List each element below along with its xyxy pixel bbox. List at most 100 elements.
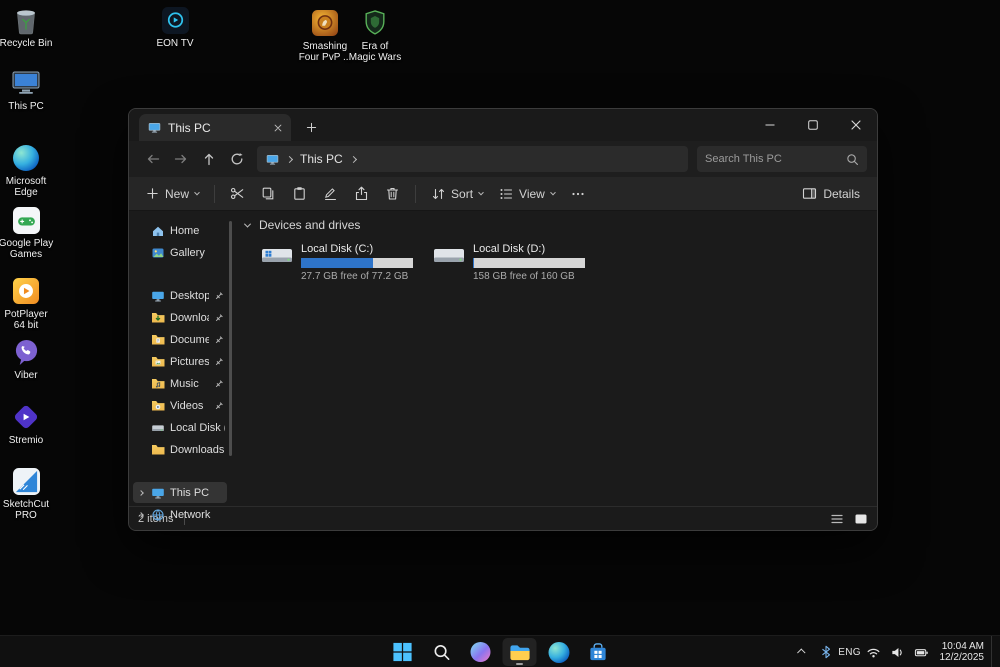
sidebar-item-network[interactable]: Network — [133, 504, 227, 525]
titlebar: This PC — [129, 109, 877, 141]
drive-tile-d[interactable]: Local Disk (D:) 158 GB free of 160 GB — [433, 243, 585, 282]
details-button[interactable]: Details — [795, 180, 867, 208]
microsoft-store-button[interactable] — [581, 638, 615, 666]
capacity-bar — [301, 258, 413, 268]
minimize-button[interactable] — [748, 109, 791, 141]
sidebar-item-this-pc[interactable]: This PC — [133, 482, 227, 503]
drive-tile-c[interactable]: Local Disk (C:) 27.7 GB free of 77.2 GB — [261, 243, 413, 282]
new-button[interactable]: New — [139, 180, 206, 208]
desktop-icon-stremio[interactable]: Stremio — [0, 402, 54, 446]
sidebar-scrollbar[interactable] — [229, 221, 232, 456]
taskbar-search-button[interactable] — [425, 638, 459, 666]
copy-button[interactable] — [254, 180, 283, 208]
large-thumbnails-toggle-icon[interactable] — [854, 512, 868, 526]
microsoft-store-icon — [589, 642, 606, 660]
potplayer-icon — [11, 276, 41, 306]
cut-button[interactable] — [223, 180, 252, 208]
windows-logo-icon — [393, 642, 412, 662]
desktop-icon-era-of-magic-wars[interactable]: Era of Magic Wars — [347, 8, 403, 63]
share-button[interactable] — [347, 180, 376, 208]
hard-drive-icon — [433, 243, 465, 282]
desktop-icon-microsoft-edge[interactable]: Microsoft Edge — [0, 143, 54, 198]
refresh-button[interactable] — [223, 145, 251, 173]
desktop-icon-potplayer[interactable]: PotPlayer 64 bit — [0, 276, 54, 331]
show-desktop-button[interactable] — [991, 636, 994, 667]
sidebar-item-videos[interactable]: Videos — [133, 395, 227, 416]
desktop-icon-google-play-games[interactable]: Google Play Games — [0, 205, 54, 260]
sidebar-item-pictures[interactable]: Pictures — [133, 351, 227, 372]
desktop-icon-this-pc[interactable]: This PC — [0, 68, 54, 112]
battery-button[interactable] — [911, 639, 933, 665]
address-bar[interactable]: This PC — [257, 146, 688, 172]
sidebar-item-home[interactable]: Home — [133, 220, 227, 241]
breadcrumb-this-pc[interactable]: This PC — [300, 152, 343, 166]
divider — [214, 184, 216, 203]
desktop-icon-smashing-four[interactable]: Smashing Four PvP ... — [297, 8, 353, 63]
desktop-icon-label: Viber — [14, 370, 38, 381]
edge-button[interactable] — [542, 638, 576, 666]
hidden-icons-button[interactable] — [791, 639, 813, 665]
rename-button[interactable] — [316, 180, 345, 208]
view-icon — [500, 188, 513, 199]
edge-icon — [11, 143, 41, 173]
sidebar-item-music[interactable]: Music — [133, 373, 227, 394]
time: 10:04 AM — [941, 640, 984, 652]
details-pane-icon — [803, 188, 817, 199]
system-tray: ENG 10:04 AM 12/2/2025 — [791, 636, 995, 667]
clock[interactable]: 10:04 AM 12/2/2025 — [935, 641, 990, 664]
copilot-button[interactable] — [464, 638, 498, 666]
sort-button[interactable]: Sort — [424, 180, 490, 208]
details-view-toggle-icon[interactable] — [830, 512, 844, 526]
command-bar: New Sort View Details — [129, 177, 877, 211]
desktop-icon-label: Era of Magic Wars — [348, 41, 402, 63]
cut-icon — [230, 187, 244, 200]
taskbar: ENG 10:04 AM 12/2/2025 — [0, 635, 1000, 667]
chevron-right-icon[interactable] — [137, 489, 144, 496]
desktop-icon-eon-tv[interactable]: EON TV — [147, 5, 203, 49]
tab-close-icon[interactable] — [269, 119, 286, 136]
more-options-button[interactable] — [564, 180, 592, 208]
sidebar-item-gallery[interactable]: Gallery — [133, 242, 227, 263]
desktop-icon-sketchcut-pro[interactable]: SketchCut PRO — [0, 466, 54, 521]
more-icon — [572, 192, 584, 195]
breadcrumb-chevron-icon[interactable] — [349, 155, 357, 163]
videos-folder-icon — [151, 399, 165, 413]
sidebar-item-desktop[interactable]: Desktop — [133, 285, 227, 306]
new-tab-button[interactable] — [301, 117, 321, 137]
start-button[interactable] — [386, 638, 420, 666]
group-header-devices-and-drives[interactable]: Devices and drives — [243, 218, 867, 232]
pin-icon — [214, 291, 224, 301]
maximize-button[interactable] — [791, 109, 834, 141]
pin-icon — [214, 379, 224, 389]
sidebar-item-downloads-folder[interactable]: Downloads — [133, 439, 227, 460]
volume-button[interactable] — [887, 639, 909, 665]
search-input[interactable]: Search This PC — [697, 146, 867, 172]
desktop-icon-recycle-bin[interactable]: Recycle Bin — [0, 5, 54, 49]
volume-icon — [892, 647, 902, 657]
forward-button[interactable] — [167, 145, 195, 173]
desktop-icon-viber[interactable]: Viber — [0, 337, 54, 381]
bluetooth-button[interactable] — [815, 639, 837, 665]
chevron-down-icon — [194, 189, 200, 195]
language-indicator[interactable]: ENG — [838, 639, 860, 665]
network-icon — [151, 508, 165, 522]
explorer-body: Home Gallery Desktop Downlo Docum Pictur… — [129, 211, 877, 521]
paste-button[interactable] — [285, 180, 314, 208]
search-icon — [847, 153, 858, 165]
view-button[interactable]: View — [492, 180, 562, 208]
up-button[interactable] — [195, 145, 223, 173]
chevron-right-icon[interactable] — [137, 511, 144, 518]
sidebar-item-local-disk-d[interactable]: Local Disk (D:) — [133, 417, 227, 438]
desktop-icon-label: Recycle Bin — [0, 38, 53, 49]
close-button[interactable] — [834, 109, 877, 141]
wifi-button[interactable] — [863, 639, 885, 665]
back-button[interactable] — [139, 145, 167, 173]
sidebar: Home Gallery Desktop Downlo Docum Pictur… — [129, 211, 233, 521]
file-explorer-button[interactable] — [502, 638, 537, 666]
sidebar-item-documents[interactable]: Documents — [133, 329, 227, 350]
sidebar-item-downloads[interactable]: Downloads — [133, 307, 227, 328]
delete-button[interactable] — [378, 180, 407, 208]
tab-this-pc[interactable]: This PC — [139, 114, 291, 141]
status-bar: 2 items — [129, 506, 877, 530]
folder-icon — [151, 443, 165, 457]
